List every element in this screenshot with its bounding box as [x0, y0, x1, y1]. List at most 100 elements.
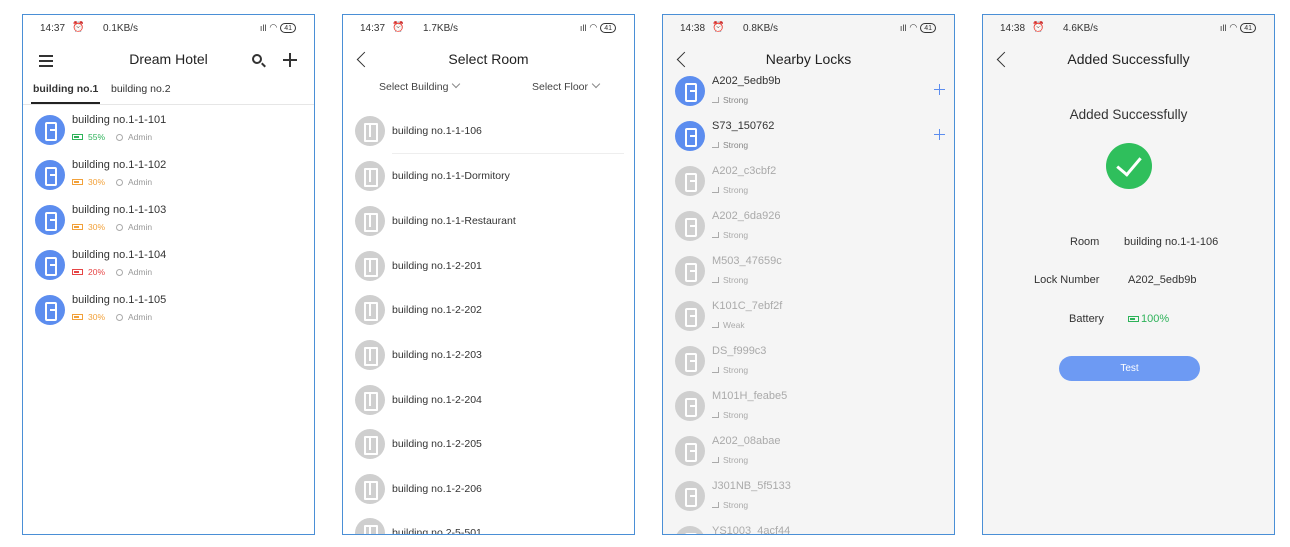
signal-icon [712, 367, 719, 373]
battery-icon [72, 314, 83, 320]
list-item[interactable]: building no.1-1-101 55% Admin [23, 108, 314, 153]
role-label: Admin [128, 312, 153, 322]
list-item[interactable]: building no.1-1-Restaurant [343, 199, 634, 244]
battery-label: Battery [1069, 313, 1104, 325]
list-item: A202_c3cbf2 Strong [663, 159, 954, 204]
result-heading: Added Successfully [1069, 107, 1188, 122]
lock-icon [675, 76, 705, 106]
role-label: Admin [128, 132, 153, 142]
list-item[interactable]: building no.1-2-205 [343, 422, 634, 467]
lock-icon [675, 526, 705, 534]
battery-icon: 41 [600, 22, 616, 33]
signal-icon: ıll [1219, 22, 1227, 33]
lock-name: A202_5edb9b [712, 75, 781, 87]
wifi-icon: ◠ [269, 22, 278, 32]
add-lock-icon[interactable] [934, 127, 945, 143]
status-time: 14:38 [680, 23, 706, 34]
select-building-label: Select Building [379, 81, 449, 93]
lock-icon [675, 256, 705, 286]
lock-name: building no.1-1-101 [72, 114, 167, 126]
status-icons: ıll ◠ 41 [260, 22, 296, 33]
lock-meta: 30% Admin [72, 222, 152, 232]
signal-strength: Strong [712, 275, 748, 285]
signal-icon [712, 502, 719, 508]
lock-icon [675, 301, 705, 331]
add-icon[interactable] [283, 54, 297, 66]
alarm-icon: ⏰ [1032, 22, 1045, 33]
lock-name: J301NB_5f5133 [712, 480, 791, 492]
signal-strength: Strong [712, 230, 748, 240]
status-icons: ıll ◠ 41 [580, 22, 616, 33]
list-item: YS1003_4acf44 [663, 519, 954, 534]
role-label: Admin [128, 267, 153, 277]
lock-meta: 30% Admin [72, 312, 152, 322]
battery-icon [72, 134, 83, 140]
chevron-down-icon [452, 79, 461, 89]
signal-icon: ıll [259, 22, 267, 33]
list-item[interactable]: A202_5edb9b Strong [663, 69, 954, 114]
battery-icon [72, 269, 83, 275]
add-lock-icon[interactable] [934, 82, 945, 98]
screen-lock-list: 14:37 ⏰ 0.1KB/s ıll ◠ 41 Dream Hotel build… [22, 14, 315, 535]
page-title: Nearby Locks [765, 51, 852, 67]
list-item[interactable]: building no.1-1-105 30% Admin [23, 288, 314, 333]
page-title: Added Successfully [1067, 51, 1190, 67]
list-item[interactable]: building no.1-1-102 30% Admin [23, 153, 314, 198]
wifi-icon: ◠ [589, 22, 598, 32]
status-icons: ıll ◠ 41 [1220, 22, 1256, 33]
list-item[interactable]: building no.1-2-203 [343, 333, 634, 378]
list-item[interactable]: building no.1-1-103 30% Admin [23, 198, 314, 243]
lock-name: building no.1-1-104 [72, 249, 167, 261]
signal-strength: Weak [712, 320, 745, 330]
status-bar: 14:38 ⏰ 0.8KB/s ıll ◠ 41 [663, 15, 954, 41]
room-name: building no.1-2-205 [392, 438, 482, 450]
status-speed: 0.8KB/s [743, 23, 779, 34]
user-icon [116, 313, 124, 321]
lock-name: A202_08abae [712, 435, 781, 447]
list-item[interactable]: building no.1-2-204 [343, 378, 634, 423]
list-item[interactable]: building no.1-2-201 [343, 244, 634, 289]
signal-strength: Strong [712, 455, 748, 465]
tab-building-2[interactable]: building no.2 [111, 83, 171, 104]
lock-name: building no.1-1-105 [72, 294, 167, 306]
list-item: J301NB_5f5133 Strong [663, 474, 954, 519]
lock-icon [675, 346, 705, 376]
signal-strength: Strong [712, 185, 748, 195]
room-icon [355, 295, 385, 325]
tab-building-1[interactable]: building no.1 [31, 83, 101, 104]
signal-icon [712, 412, 719, 418]
lock-meta: 30% Admin [72, 177, 152, 187]
status-bar: 14:37 ⏰ 0.1KB/s ıll ◠ 41 [23, 15, 314, 41]
list-item[interactable]: S73_150762 Strong [663, 114, 954, 159]
list-item[interactable]: building no.1-2-202 [343, 288, 634, 333]
select-floor-dropdown[interactable]: Select Floor [532, 79, 601, 93]
room-name: building no.1-1-106 [392, 125, 482, 137]
list-item[interactable]: building no.1-2-206 [343, 467, 634, 512]
room-name: building no.1-2-204 [392, 394, 482, 406]
room-label: Room [1070, 236, 1100, 248]
lock-icon [35, 205, 65, 235]
search-icon[interactable] [252, 54, 262, 64]
test-button[interactable]: Test [1059, 356, 1200, 381]
signal-strength: Strong [712, 365, 748, 375]
screen-added-successfully: 14:38 ⏰ 4.6KB/s ıll ◠ 41 Added Successfull… [982, 14, 1275, 535]
page-title: Select Room [448, 51, 529, 67]
list-item[interactable]: building no.1-1-104 20% Admin [23, 243, 314, 288]
room-name: building no.1-2-202 [392, 304, 482, 316]
list-item[interactable]: building no.1-1-Dormitory [343, 154, 634, 199]
battery-level: 30% [88, 177, 106, 187]
select-building-dropdown[interactable]: Select Building [379, 79, 461, 93]
signal-strength: Strong [712, 140, 748, 150]
lock-icon [35, 115, 65, 145]
list-item: DS_f999c3 Strong [663, 339, 954, 384]
lock-icon [675, 211, 705, 241]
battery-icon [72, 179, 83, 185]
battery-icon: 41 [280, 22, 296, 33]
lock-name: A202_6da926 [712, 210, 781, 222]
list-item[interactable]: building no.1-1-106 [343, 109, 634, 154]
lock-number-value: A202_5edb9b [1128, 274, 1197, 286]
list-item[interactable]: building no.2-5-501 [343, 511, 634, 535]
title-bar: Select Room [343, 41, 634, 81]
signal-label: Strong [723, 275, 749, 285]
room-name: building no.2-5-501 [392, 527, 482, 535]
